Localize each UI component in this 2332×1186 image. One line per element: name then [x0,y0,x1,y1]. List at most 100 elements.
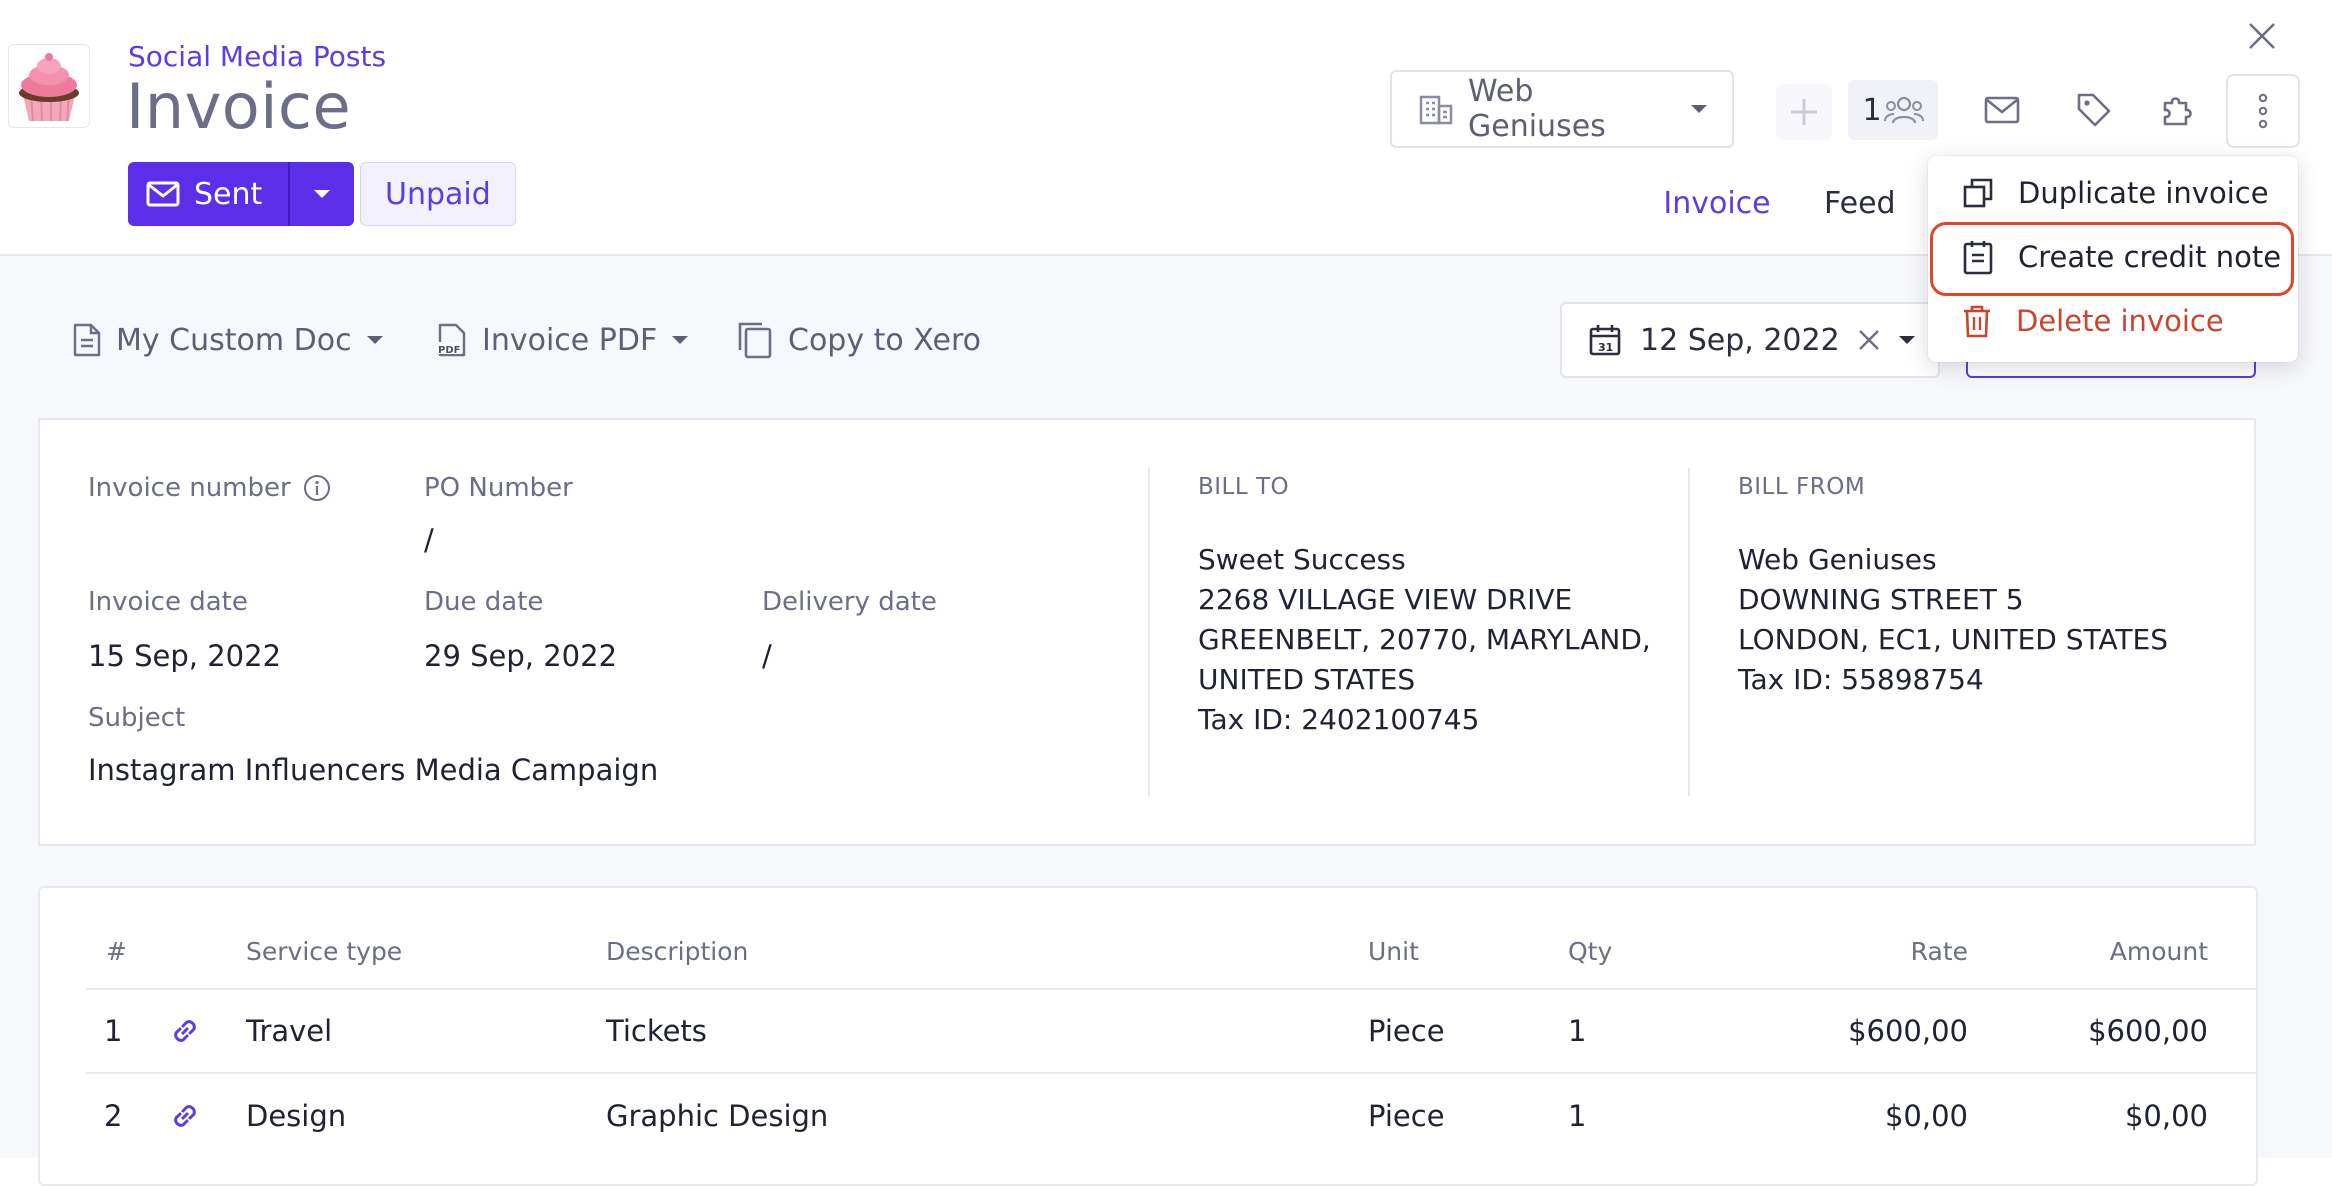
copy-icon [736,320,774,360]
more-vertical-icon [2258,93,2268,129]
pdf-file-icon: PDF [436,322,468,358]
members-button[interactable]: 1 [1848,80,1938,140]
caret-down-icon [366,335,384,345]
due-date-value: 29 Sep, 2022 [424,639,618,673]
col-header-unit: Unit [1368,937,1419,966]
caret-down-icon [1690,104,1708,114]
puzzle-icon [2159,91,2197,129]
status-dropdown-toggle[interactable] [290,162,354,226]
trash-icon [1962,304,1992,338]
col-header-description: Description [606,937,749,966]
tab-invoice[interactable]: Invoice [1646,184,1788,262]
row-qty: 1 [1568,1099,1587,1133]
members-count: 1 [1862,92,1882,128]
envelope-icon [1984,96,2020,124]
subject-value: Instagram Influencers Media Campaign [88,753,659,787]
bill-to-section: BILL TO Sweet Success 2268 VILLAGE VIEW … [1198,474,1651,740]
mail-icon [146,181,180,207]
users-icon [1883,95,1924,125]
date-picker[interactable]: 31 12 Sep, 2022 [1560,302,1940,378]
row-unit: Piece [1368,1014,1445,1048]
invoice-date-value: 15 Sep, 2022 [88,639,282,673]
page-title: Invoice [126,70,352,143]
row-amount: $0,00 [2124,1099,2208,1133]
bill-to-line1: 2268 VILLAGE VIEW DRIVE [1198,583,1573,616]
column-divider [1148,468,1150,796]
pdf-label: Invoice PDF [482,322,658,358]
company-logo [8,44,90,128]
tab-feed[interactable]: Feed [1824,184,1896,224]
date-value: 12 Sep, 2022 [1640,322,1840,358]
doc-template-dropdown[interactable]: My Custom Doc [72,312,384,368]
svg-text:31: 31 [1598,341,1613,354]
more-actions-button[interactable] [2226,74,2300,148]
bill-to-label: BILL TO [1198,474,1290,500]
integrations-button[interactable] [2142,74,2214,146]
due-date-label: Due date [424,587,544,617]
duplicate-icon [1962,177,1994,209]
highlight-annotation [1930,222,2294,296]
tag-icon [2076,92,2112,128]
svg-text:PDF: PDF [438,345,460,356]
menu-item-label: Duplicate invoice [2018,176,2269,210]
bill-to-tax: Tax ID: 2402100745 [1198,703,1480,736]
row-description: Tickets [606,1014,707,1048]
row-description: Graphic Design [606,1099,829,1133]
caret-down-icon [1898,335,1916,345]
delivery-date-label: Delivery date [762,587,937,617]
col-header-qty: Qty [1568,937,1613,966]
close-button[interactable] [2242,16,2282,56]
col-header-amount: Amount [2109,937,2208,966]
row-service: Travel [246,1014,333,1048]
column-divider [1688,468,1690,796]
sent-button[interactable]: Sent [128,162,288,226]
delivery-date-value: / [762,639,772,673]
bill-from-label: BILL FROM [1738,474,1866,500]
row-number: 2 [104,1099,123,1133]
bill-to-line3: UNITED STATES [1198,663,1416,696]
row-service: Design [246,1099,347,1133]
calendar-icon: 31 [1588,323,1622,357]
copy-to-xero-label: Copy to Xero [788,322,981,358]
email-button[interactable] [1966,74,2038,146]
invoice-number-field: Invoice number [88,472,331,504]
plus-icon [1788,96,1820,128]
row-rate: $0,00 [1884,1099,1968,1133]
bill-to-name: Sweet Success [1198,543,1406,576]
bill-to-line2: GREENBELT, 20770, MARYLAND, [1198,623,1651,656]
pdf-dropdown[interactable]: PDF Invoice PDF [436,312,689,368]
row-rate: $600,00 [1848,1014,1968,1048]
status-split-button: Sent [128,162,355,226]
building-icon [1418,93,1454,125]
company-select[interactable]: Web Geniuses [1390,70,1734,148]
col-header-service: Service type [246,937,403,966]
row-amount: $600,00 [2088,1014,2208,1048]
payment-status-button[interactable]: Unpaid [360,162,516,226]
link-icon[interactable] [168,1099,202,1133]
caret-down-icon [313,189,331,199]
doc-template-label: My Custom Doc [116,322,352,358]
col-header-num: # [106,937,127,966]
link-icon[interactable] [168,1014,202,1048]
menu-item-delete-invoice[interactable]: Delete invoice [1928,290,2298,352]
close-icon [2247,21,2277,51]
subject-label: Subject [88,703,186,733]
row-qty: 1 [1568,1014,1587,1048]
copy-to-xero-button[interactable]: Copy to Xero [736,312,981,368]
bill-from-line2: LONDON, EC1, UNITED STATES [1738,623,2168,656]
invoice-date-label: Invoice date [88,587,248,617]
sent-label: Sent [194,176,263,212]
info-icon[interactable] [303,474,331,502]
clear-date-icon[interactable] [1858,329,1880,351]
menu-item-duplicate-invoice[interactable]: Duplicate invoice [1928,162,2298,224]
add-member-button[interactable] [1776,84,1832,140]
table-header-divider [86,988,2258,990]
document-icon [72,322,102,358]
caret-down-icon [671,335,689,345]
bill-from-name: Web Geniuses [1738,543,1937,576]
bill-from-section: BILL FROM Web Geniuses DOWNING STREET 5 … [1738,474,2168,700]
po-number-label: PO Number [424,473,573,503]
tags-button[interactable] [2058,74,2130,146]
bill-from-tax: Tax ID: 55898754 [1738,663,1984,696]
row-unit: Piece [1368,1099,1445,1133]
